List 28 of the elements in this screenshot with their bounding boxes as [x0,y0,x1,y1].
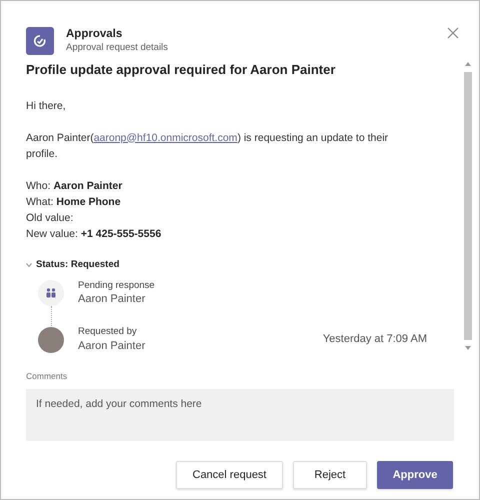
comments-label: Comments [26,370,68,383]
request-title: Profile update approval required for Aaron Painter [26,61,336,79]
scroll-up-icon[interactable] [465,62,471,66]
timeline-label: Pending response [78,280,155,292]
detail-line: Who: Aaron Painter [26,178,124,194]
detail-line: What: Home Phone [26,194,122,210]
scrollbar-thumb[interactable] [464,72,472,340]
action-button[interactable]: Cancel request [176,460,283,490]
person-name: Aaron Painter [78,292,146,306]
scroll-down-icon[interactable] [465,346,471,350]
avatar-placeholder [38,326,64,353]
timestamp: Yesterday at 7:09 AM [322,332,427,348]
detail-line: New value: +1 425-555-5556 [26,226,162,242]
action-button[interactable]: Reject [293,460,367,490]
people-icon [38,280,64,306]
dialog-subtitle: Approval request details [66,42,168,54]
approve-button[interactable]: Approve [377,460,453,490]
request-message: Aaron Painter(aaronp@hf10.onmicrosoft.com) is requesting an update to their profile. [26,130,390,162]
detail-line: Old value: [26,210,74,226]
app-icon [26,26,54,54]
app-name: Approvals [66,28,124,42]
status-label: Status: Requested [36,258,120,272]
comments-field[interactable]: If needed, add your comments here [26,388,454,441]
email-link[interactable]: aaronp@hf10.onmicrosoft.com [94,132,238,144]
person-name: Aaron Painter [78,338,146,354]
chevron-icon[interactable] [26,262,32,267]
timeline-label: Requested by [78,326,138,339]
greeting: Hi there, [26,98,67,114]
